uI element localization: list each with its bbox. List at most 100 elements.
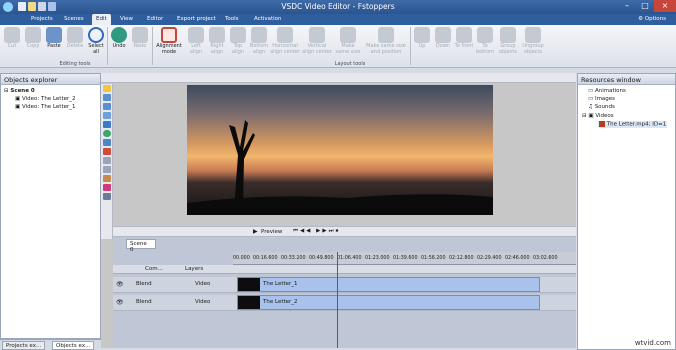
resource-animations[interactable]: ▭ Animations bbox=[588, 88, 626, 94]
menu-view[interactable]: View bbox=[116, 15, 137, 23]
rectangle-tool-icon[interactable] bbox=[103, 121, 111, 128]
top-align-button[interactable]: Top align bbox=[227, 27, 249, 55]
bottom-tabs: Projects ex... Objects ex... bbox=[0, 339, 101, 350]
minimize-button[interactable]: – bbox=[618, 0, 636, 12]
cut-button[interactable]: Cut bbox=[1, 27, 23, 50]
track-type: Video bbox=[195, 281, 211, 287]
resources-title: Resources window bbox=[578, 74, 675, 85]
menu-tools[interactable]: Tools bbox=[221, 15, 243, 23]
tree-item[interactable]: ▣ Video: The Letter_1 bbox=[15, 104, 76, 110]
align-top-icon bbox=[230, 27, 246, 43]
align-left-icon bbox=[188, 27, 204, 43]
to-bottom-button[interactable]: To bottom bbox=[474, 27, 496, 55]
menu-editor[interactable]: Editor bbox=[143, 15, 167, 23]
subtitle-tool-icon[interactable] bbox=[103, 103, 111, 110]
vertical-align-center-button[interactable]: Vertical align center bbox=[302, 27, 332, 55]
menu-edit[interactable]: Edit bbox=[92, 14, 111, 25]
undo-button[interactable]: Undo bbox=[108, 27, 130, 50]
close-button[interactable]: × bbox=[654, 0, 676, 12]
watermark: wtvid.com bbox=[634, 339, 671, 347]
make-same-size-button[interactable]: Make same size bbox=[334, 27, 362, 55]
window-title: VSDC Video Editor - Fstoppers bbox=[281, 2, 395, 11]
ungroup-objects-button[interactable]: Ungroup objects bbox=[520, 27, 546, 55]
blend-select[interactable]: Blend bbox=[136, 299, 152, 305]
tick-label: 02:12.800 bbox=[449, 256, 474, 261]
options-label: Options bbox=[644, 16, 666, 22]
tree-item[interactable]: ▣ Video: The Letter_2 bbox=[15, 96, 76, 102]
visibility-eye-icon[interactable]: 👁 bbox=[116, 281, 124, 288]
tick-label: 01:39.600 bbox=[393, 256, 418, 261]
time-ruler[interactable]: 00.000 00:16.600 00:33.200 00:49.800 01:… bbox=[233, 252, 576, 265]
resource-images[interactable]: ▭ Images bbox=[588, 96, 615, 102]
resource-video-file[interactable]: The Letter.mp4; ID=1 bbox=[598, 121, 668, 128]
scene-tab[interactable]: Scene 0 bbox=[126, 239, 156, 253]
resource-sounds[interactable]: ♫ Sounds bbox=[588, 104, 615, 110]
video-clip[interactable]: The Letter_1 bbox=[237, 277, 540, 292]
track-type: Video bbox=[195, 299, 211, 305]
tree-scene[interactable]: ⊟ Scene 0 bbox=[4, 88, 35, 94]
preview-label[interactable]: Preview bbox=[261, 229, 282, 235]
resource-videos[interactable]: ⊟ ▣ Videos bbox=[582, 113, 614, 119]
video-preview[interactable] bbox=[187, 85, 493, 215]
ribbon-separator bbox=[152, 27, 153, 65]
tab-objects-explorer[interactable]: Objects ex... bbox=[52, 341, 95, 350]
delete-button[interactable]: Delete bbox=[64, 27, 86, 50]
menu-export-project[interactable]: Export project bbox=[173, 15, 220, 23]
clip-label: The Letter_1 bbox=[263, 281, 298, 287]
make-same-size-position-button[interactable]: Make same size and position bbox=[364, 27, 408, 55]
bottom-align-button[interactable]: Bottom align bbox=[248, 27, 270, 55]
clip-label: The Letter_2 bbox=[263, 299, 298, 305]
delete-icon bbox=[67, 27, 83, 43]
copy-button[interactable]: Copy bbox=[22, 27, 44, 50]
line-tool-icon[interactable] bbox=[103, 112, 111, 119]
pen-tool-icon[interactable] bbox=[103, 166, 111, 173]
track-header: Com... Layers bbox=[113, 265, 576, 274]
text-tool-icon[interactable] bbox=[103, 94, 111, 101]
undo-arrow-icon bbox=[111, 27, 127, 43]
transport-controls[interactable]: ⏮◀◀ ▶▶⏭⏹ bbox=[293, 228, 340, 235]
alignment-mode-button[interactable]: Alignment mode bbox=[154, 27, 184, 55]
music-tool-icon[interactable] bbox=[103, 184, 111, 191]
video-tool-icon[interactable] bbox=[103, 193, 111, 200]
tick-label: 03:02.600 bbox=[533, 256, 558, 261]
person-tool-icon[interactable] bbox=[103, 175, 111, 182]
objects-explorer-title: Objects explorer bbox=[1, 74, 100, 85]
horizontal-align-center-button[interactable]: Horizontal align center bbox=[270, 27, 300, 55]
left-align-button[interactable]: Left align bbox=[185, 27, 207, 55]
group-objects-button[interactable]: Group objects bbox=[496, 27, 520, 55]
tick-label: 02:46.000 bbox=[505, 256, 530, 261]
align-h-center-icon bbox=[277, 27, 293, 43]
ellipse-tool-icon[interactable] bbox=[103, 130, 111, 137]
maximize-button[interactable]: □ bbox=[636, 0, 654, 12]
select-all-button[interactable]: Select all bbox=[85, 27, 107, 55]
cursor-tool-icon[interactable] bbox=[103, 85, 111, 92]
right-align-button[interactable]: Right align bbox=[206, 27, 228, 55]
col-com: Com... bbox=[145, 266, 163, 272]
copy-icon bbox=[25, 27, 41, 43]
image-tool-icon[interactable] bbox=[103, 148, 111, 155]
tick-label: 00.000 bbox=[233, 256, 250, 261]
objects-explorer-panel: Objects explorer ⊟ Scene 0 ▣ Video: The … bbox=[0, 73, 101, 339]
play-preview-icon[interactable]: ▶ bbox=[253, 228, 258, 235]
chart-tool-icon[interactable] bbox=[103, 157, 111, 164]
redo-button[interactable]: Redo bbox=[129, 27, 151, 50]
object-toolbar bbox=[101, 84, 113, 239]
to-front-button[interactable]: To front bbox=[453, 27, 475, 50]
group-label-editing: Editing tools bbox=[59, 61, 91, 67]
paste-button[interactable]: Paste bbox=[43, 27, 65, 50]
menu-projects[interactable]: Projects bbox=[27, 15, 57, 23]
options-button[interactable]: ⚙ Options bbox=[638, 16, 666, 22]
clip-thumbnail bbox=[238, 278, 260, 291]
visibility-eye-icon[interactable]: 👁 bbox=[116, 299, 124, 306]
up-button[interactable]: Up bbox=[411, 27, 433, 50]
blend-select[interactable]: Blend bbox=[136, 281, 152, 287]
scissors-icon bbox=[4, 27, 20, 43]
tab-projects-explorer[interactable]: Projects ex... bbox=[2, 341, 46, 350]
video-clip[interactable]: The Letter_2 bbox=[237, 295, 540, 310]
menu-scenes[interactable]: Scenes bbox=[60, 15, 88, 23]
shape-tool-icon[interactable] bbox=[103, 139, 111, 146]
down-button[interactable]: Down bbox=[432, 27, 454, 50]
playhead-cursor[interactable] bbox=[337, 252, 338, 348]
menu-activation[interactable]: Activation bbox=[250, 15, 286, 23]
redo-arrow-icon bbox=[132, 27, 148, 43]
